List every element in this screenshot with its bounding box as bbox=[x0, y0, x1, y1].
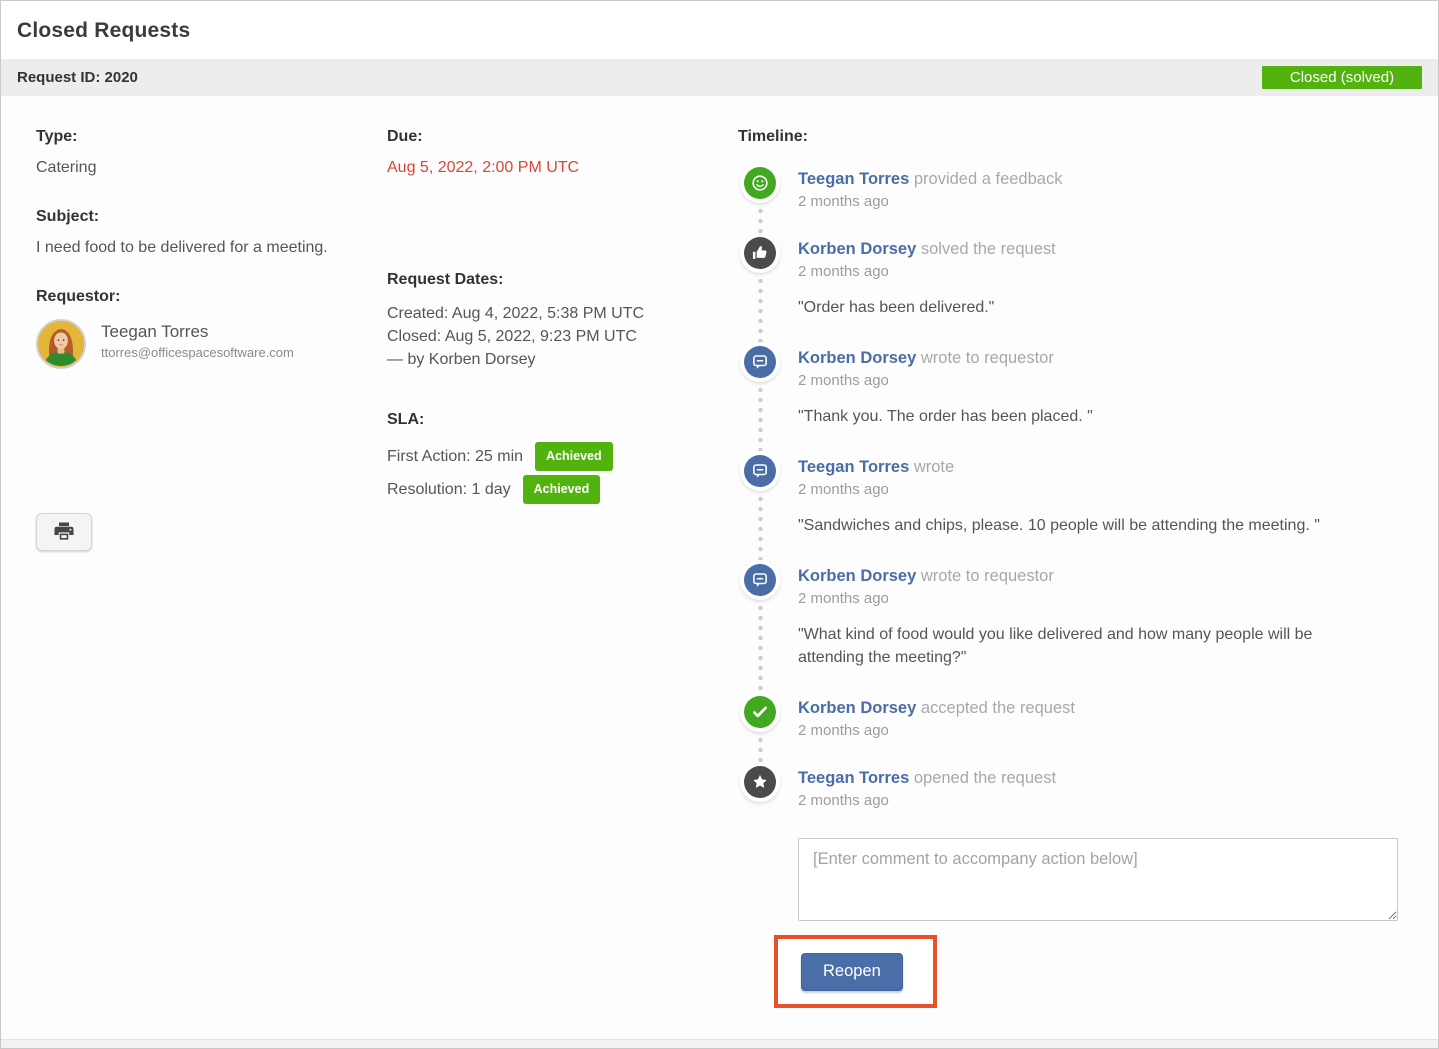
timeline-entry: Korben Dorsey solved the request 2 month… bbox=[744, 237, 1406, 319]
comment-icon bbox=[744, 564, 776, 596]
subject-label: Subject: bbox=[36, 208, 366, 226]
timeline-action-text: accepted the request bbox=[916, 699, 1075, 717]
request-detail-content: Type: Catering Subject: I need food to b… bbox=[1, 96, 1438, 1038]
timeline-quote: "What kind of food would you like delive… bbox=[798, 623, 1373, 669]
requestor-name: Teegan Torres bbox=[101, 322, 294, 342]
comment-input[interactable] bbox=[798, 838, 1398, 921]
timeline-entries: Teegan Torres provided a feedback 2 mont… bbox=[738, 167, 1406, 809]
timeline-action-text: opened the request bbox=[909, 769, 1056, 787]
closed-requests-page: Closed Requests Request ID: 2020 Closed … bbox=[0, 0, 1439, 1049]
timeline-quote: "Sandwiches and chips, please. 10 people… bbox=[798, 514, 1320, 537]
timeline-entry: Teegan Torres provided a feedback 2 mont… bbox=[744, 167, 1406, 210]
page-title: Closed Requests bbox=[17, 19, 1422, 43]
request-id-label: Request ID: 2020 bbox=[17, 69, 138, 86]
request-summary-column: Type: Catering Subject: I need food to b… bbox=[36, 128, 366, 400]
timeline-timestamp: 2 months ago bbox=[798, 481, 1320, 498]
timeline-connector-dots bbox=[758, 277, 763, 350]
requestor-card: Teegan Torres ttorres@officespacesoftwar… bbox=[36, 319, 366, 369]
timeline-timestamp: 2 months ago bbox=[798, 193, 1062, 210]
timeline-actor-link[interactable]: Teegan Torres bbox=[798, 170, 909, 188]
timeline-actor-link[interactable]: Korben Dorsey bbox=[798, 699, 916, 717]
timeline-timestamp: 2 months ago bbox=[798, 263, 1056, 280]
thumbs-up-icon bbox=[744, 237, 776, 269]
timeline-label: Timeline: bbox=[738, 128, 1406, 146]
timeline-timestamp: 2 months ago bbox=[798, 722, 1075, 739]
timeline-timestamp: 2 months ago bbox=[798, 372, 1093, 389]
timeline-entry: Korben Dorsey wrote to requestor 2 month… bbox=[744, 346, 1406, 428]
closed-date: Closed: Aug 5, 2022, 9:23 PM UTC bbox=[387, 325, 732, 348]
requestor-email: ttorres@officespacesoftware.com bbox=[101, 345, 294, 360]
timeline-entry: Teegan Torres opened the request 2 month… bbox=[744, 766, 1406, 809]
timeline-action-text: wrote to requestor bbox=[916, 349, 1054, 367]
timeline-timestamp: 2 months ago bbox=[798, 792, 1056, 809]
timeline-column: Timeline: Teegan Torres provided a feedb… bbox=[738, 128, 1406, 1008]
timeline-action-text: wrote bbox=[909, 458, 954, 476]
footer-strip bbox=[1, 1039, 1438, 1048]
timeline-connector-dots bbox=[758, 495, 763, 568]
timeline-connector-dots bbox=[758, 386, 763, 459]
sla-label: SLA: bbox=[387, 411, 732, 429]
check-icon bbox=[744, 696, 776, 728]
request-dates-column: Due: Aug 5, 2022, 2:00 PM UTC Request Da… bbox=[387, 128, 732, 535]
sla-resolution-text: Resolution: 1 day bbox=[387, 478, 511, 502]
printer-icon bbox=[52, 519, 76, 546]
requestor-label: Requestor: bbox=[36, 288, 366, 306]
timeline-connector-dots bbox=[758, 604, 763, 700]
sla-first-action-row: First Action: 25 min Achieved bbox=[387, 442, 732, 471]
closed-by: — by Korben Dorsey bbox=[387, 348, 732, 371]
status-badge: Closed (solved) bbox=[1262, 66, 1422, 89]
timeline-quote: "Order has been delivered." bbox=[798, 296, 1056, 319]
request-dates-label: Request Dates: bbox=[387, 271, 732, 289]
sla-first-action-text: First Action: 25 min bbox=[387, 445, 523, 469]
reopen-highlight-box: Reopen bbox=[774, 935, 937, 1008]
timeline-actor-link[interactable]: Teegan Torres bbox=[798, 458, 909, 476]
due-value: Aug 5, 2022, 2:00 PM UTC bbox=[387, 159, 732, 177]
timeline-entry: Korben Dorsey accepted the request 2 mon… bbox=[744, 696, 1406, 739]
timeline-action-text: solved the request bbox=[916, 240, 1055, 258]
timeline-actor-link[interactable]: Korben Dorsey bbox=[798, 349, 916, 367]
reopen-button[interactable]: Reopen bbox=[801, 953, 903, 991]
timeline-quote: "Thank you. The order has been placed. " bbox=[798, 405, 1093, 428]
sla-resolution-badge: Achieved bbox=[523, 475, 601, 504]
smiley-icon bbox=[744, 167, 776, 199]
star-icon bbox=[744, 766, 776, 798]
timeline-entry: Teegan Torres wrote 2 months ago "Sandwi… bbox=[744, 455, 1406, 537]
print-button[interactable] bbox=[36, 513, 92, 551]
timeline-connector-dots bbox=[758, 736, 763, 770]
avatar bbox=[36, 319, 86, 369]
sla-resolution-row: Resolution: 1 day Achieved bbox=[387, 475, 732, 504]
timeline-connector-dots bbox=[758, 207, 763, 241]
sla-first-action-badge: Achieved bbox=[535, 442, 613, 471]
type-value: Catering bbox=[36, 159, 366, 177]
subject-value: I need food to be delivered for a meetin… bbox=[36, 239, 366, 257]
type-label: Type: bbox=[36, 128, 366, 146]
timeline-action-text: wrote to requestor bbox=[916, 567, 1054, 585]
request-id-bar: Request ID: 2020 Closed (solved) bbox=[1, 59, 1438, 96]
timeline-actor-link[interactable]: Teegan Torres bbox=[798, 769, 909, 787]
timeline-action-text: provided a feedback bbox=[909, 170, 1062, 188]
comment-icon bbox=[744, 346, 776, 378]
due-label: Due: bbox=[387, 128, 732, 146]
comment-icon bbox=[744, 455, 776, 487]
timeline-timestamp: 2 months ago bbox=[798, 590, 1373, 607]
timeline-entry: Korben Dorsey wrote to requestor 2 month… bbox=[744, 564, 1406, 669]
page-header: Closed Requests bbox=[1, 1, 1438, 59]
timeline-actor-link[interactable]: Korben Dorsey bbox=[798, 567, 916, 585]
timeline-actor-link[interactable]: Korben Dorsey bbox=[798, 240, 916, 258]
created-date: Created: Aug 4, 2022, 5:38 PM UTC bbox=[387, 302, 732, 325]
